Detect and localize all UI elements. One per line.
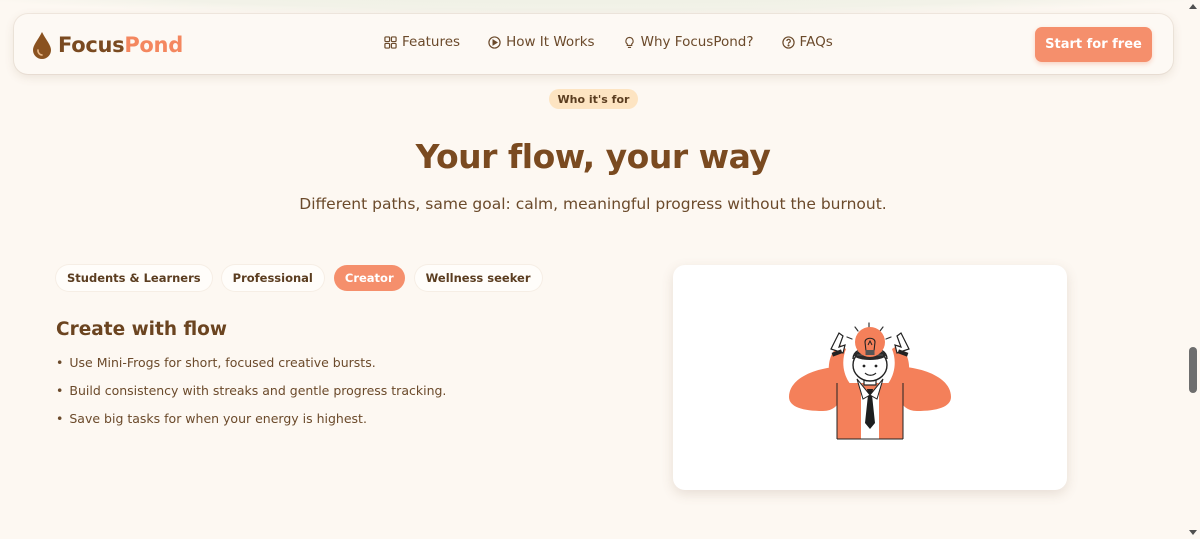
nav-links: Features How It Works Why FocusPond? FAQ… [384, 34, 833, 50]
scroll-down-arrow-icon[interactable] [1189, 530, 1197, 535]
creator-lightbulb-illustration [789, 322, 951, 440]
question-circle-icon [781, 35, 795, 49]
tab-professional[interactable]: Professional [221, 265, 324, 291]
section-subtitle: Different paths, same goal: calm, meanin… [299, 195, 887, 213]
list-item: Use Mini-Frogs for short, focused creati… [56, 355, 446, 383]
illustration-card [673, 265, 1067, 490]
section-title: Your flow, your way [415, 137, 771, 176]
tab-students-learners[interactable]: Students & Learners [56, 265, 212, 291]
panel-title: Create with flow [56, 319, 227, 340]
navbar: FocusPond Features How It Works Why Focu… [14, 14, 1173, 74]
tab-creator[interactable]: Creator [333, 265, 405, 291]
scrollbar[interactable] [1186, 0, 1200, 539]
start-for-free-button[interactable]: Start for free [1035, 27, 1152, 62]
brand-name: FocusPond [58, 33, 183, 57]
logo[interactable]: FocusPond [32, 29, 183, 61]
tab-wellness-seeker[interactable]: Wellness seeker [414, 265, 542, 291]
nav-link-how-it-works[interactable]: How It Works [488, 34, 595, 50]
droplet-logo-icon [33, 32, 51, 59]
play-circle-icon [488, 35, 501, 49]
panel-bullet-list: Use Mini-Frogs for short, focused creati… [56, 355, 446, 439]
scroll-up-arrow-icon[interactable] [1189, 4, 1197, 9]
nav-link-why-focuspond[interactable]: Why FocusPond? [623, 34, 754, 50]
list-item: Save big tasks for when your energy is h… [56, 411, 446, 439]
grid-icon [384, 35, 397, 49]
nav-link-features[interactable]: Features [384, 34, 460, 50]
scrollbar-thumb[interactable] [1189, 347, 1197, 393]
nav-link-faqs[interactable]: FAQs [781, 34, 833, 50]
audience-tabs: Students & Learners Professional Creator… [56, 265, 542, 291]
lightbulb-icon [624, 36, 634, 48]
section-badge: Who it's for [549, 89, 638, 109]
list-item: Build consistency with streaks and gentl… [56, 383, 446, 411]
